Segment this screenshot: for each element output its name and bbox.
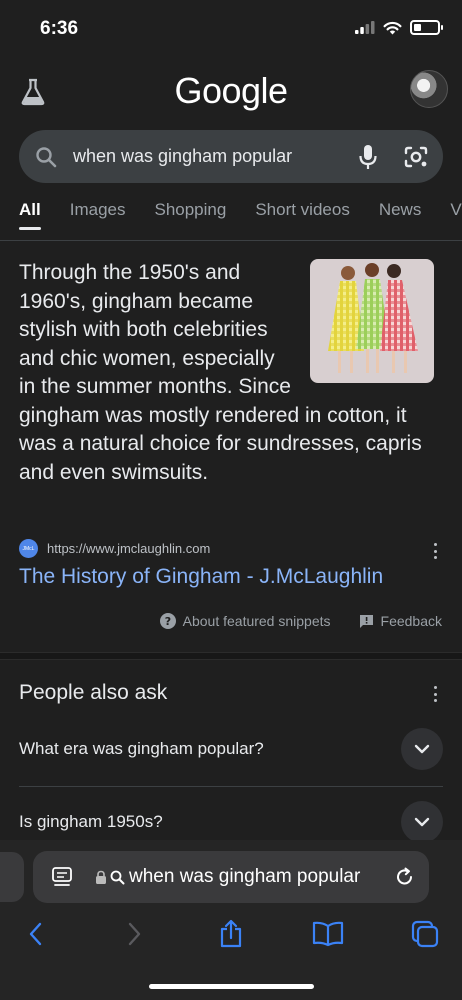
google-logo[interactable]: Google (0, 70, 462, 112)
chevron-down-icon[interactable] (401, 801, 443, 843)
lock-icon (96, 870, 106, 884)
search-icon (33, 144, 59, 170)
result-link[interactable]: The History of Gingham - J.McLaughlin (19, 565, 383, 589)
tab-all[interactable]: All (19, 200, 41, 230)
paa-more-options-icon[interactable] (432, 686, 438, 702)
share-button[interactable] (215, 918, 247, 950)
tabs-divider (0, 240, 462, 241)
more-options-icon[interactable] (432, 543, 438, 559)
bookmarks-button[interactable] (312, 918, 344, 950)
people-also-ask-title: People also ask (19, 681, 168, 704)
tab-short-videos[interactable]: Short videos (255, 200, 350, 220)
faq-question[interactable]: Is gingham 1950s? (19, 812, 163, 832)
search-input[interactable]: when was gingham popular (73, 146, 355, 167)
faq-item[interactable]: What era was gingham popular? (19, 721, 443, 777)
tab-videos[interactable]: V (450, 200, 461, 220)
home-indicator (149, 984, 314, 989)
tab-images[interactable]: Images (70, 200, 126, 220)
about-snippets-link[interactable]: About featured snippets (183, 613, 331, 629)
previous-tab-preview[interactable] (0, 852, 24, 902)
reload-icon[interactable] (395, 867, 415, 887)
search-tabs: All Images Shopping Short videos News V (19, 200, 462, 230)
battery-level (414, 24, 421, 31)
featured-snippet: Through the 1950's and 1960's, gingham b… (19, 259, 434, 487)
tab-news[interactable]: News (379, 200, 422, 220)
feedback-link[interactable]: Feedback (381, 613, 442, 629)
status-time: 6:36 (40, 18, 79, 39)
snippet-image[interactable] (310, 259, 434, 383)
reader-mode-icon[interactable] (51, 866, 73, 888)
faq-divider (19, 786, 443, 787)
source-url[interactable]: https://www.jmclaughlin.com (47, 541, 210, 556)
tabs-button[interactable] (409, 918, 441, 950)
camera-lens-icon[interactable] (403, 144, 429, 170)
back-button[interactable] (20, 918, 52, 950)
battery-icon (410, 20, 443, 35)
wifi-icon (383, 21, 402, 34)
cellular-signal-icon (355, 21, 375, 34)
feedback-icon (359, 614, 373, 628)
status-icons (355, 20, 443, 35)
help-icon: ? (159, 613, 176, 629)
source-row[interactable]: JMcL https://www.jmclaughlin.com (19, 539, 210, 558)
chevron-down-icon[interactable] (401, 728, 443, 770)
search-bar[interactable]: when was gingham popular (19, 130, 443, 183)
tab-shopping[interactable]: Shopping (154, 200, 226, 220)
snippet-meta: ? About featured snippets Feedback (159, 613, 442, 629)
address-text[interactable]: when was gingham popular (129, 866, 395, 888)
faq-question[interactable]: What era was gingham popular? (19, 739, 264, 759)
forward-button[interactable] (118, 918, 150, 950)
avatar[interactable] (410, 70, 448, 108)
address-bar[interactable]: when was gingham popular (33, 851, 429, 903)
mic-icon[interactable] (355, 144, 381, 170)
search-icon (110, 870, 125, 884)
svg-text:?: ? (164, 615, 170, 628)
section-divider (0, 652, 462, 660)
site-favicon: JMcL (19, 539, 38, 558)
